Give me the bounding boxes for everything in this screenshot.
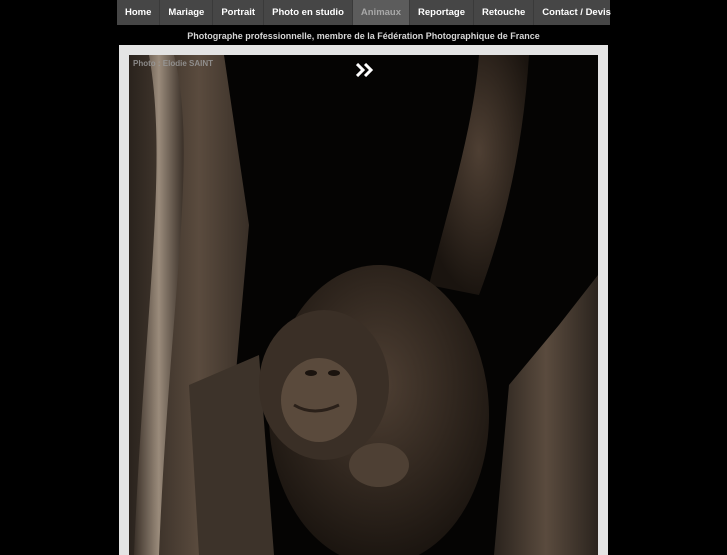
photo-credit: Photo : Elodie SAINT	[133, 59, 213, 68]
tagline: Photographe professionnelle, membre de l…	[187, 31, 540, 41]
gallery-photo[interactable]: Photo : Elodie SAINT	[129, 55, 598, 555]
double-chevron-right-icon[interactable]	[356, 63, 376, 77]
nav-reportage[interactable]: Reportage	[410, 0, 474, 25]
photo-frame: Photo : Elodie SAINT	[119, 45, 608, 555]
nav-home[interactable]: Home	[117, 0, 161, 25]
nav-animaux[interactable]: Animaux	[352, 0, 411, 25]
nav-portrait[interactable]: Portrait	[213, 0, 265, 25]
nav-retouche[interactable]: Retouche	[474, 0, 535, 25]
orangutan-photo-illustration	[129, 55, 598, 555]
nav-photo-en-studio[interactable]: Photo en studio	[264, 0, 353, 25]
nav-mariage[interactable]: Mariage	[160, 0, 214, 25]
main-nav: Home Mariage Portrait Photo en studio An…	[117, 0, 611, 25]
nav-contact-devis[interactable]: Contact / Devis	[534, 0, 619, 25]
